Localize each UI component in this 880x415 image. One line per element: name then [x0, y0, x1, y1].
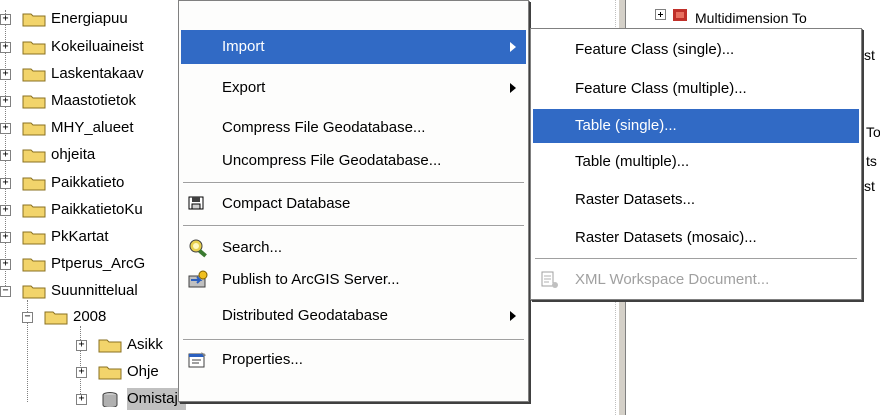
- tree-item-label: 2008: [73, 308, 107, 325]
- menu-item-uncompress-file-geodatabase[interactable]: Uncompress File Geodatabase...: [181, 144, 526, 178]
- expand-toggle[interactable]: +: [76, 367, 87, 378]
- menu-item-label: Feature Class (single)...: [575, 41, 735, 58]
- compact-database-icon: [188, 196, 204, 210]
- menu-separator: [183, 225, 524, 227]
- menu-item-table-single[interactable]: Table (single)...: [533, 109, 859, 143]
- folder-icon: [22, 258, 46, 272]
- folder-icon: [22, 95, 46, 109]
- menu-item-compress-file-geodatabase[interactable]: Compress File Geodatabase...: [181, 111, 526, 145]
- folder-icon: [22, 41, 46, 55]
- menu-item-label: Compact Database: [222, 195, 351, 212]
- expand-toggle[interactable]: +: [0, 232, 11, 243]
- expand-toggle[interactable]: +: [76, 340, 87, 351]
- menu-separator: [535, 258, 857, 260]
- folder-icon: [22, 68, 46, 82]
- search-icon: [189, 239, 207, 258]
- menu-item-label: Table (single)...: [575, 117, 677, 134]
- folder-icon: [44, 311, 68, 325]
- tree-item-label: Maastotietok: [51, 92, 137, 109]
- menu-item-raster-datasets-mosaic[interactable]: Raster Datasets (mosaic)...: [533, 221, 859, 255]
- menu-item-feature-class-single[interactable]: Feature Class (single)...: [533, 33, 859, 67]
- folder-icon: [98, 366, 122, 380]
- tree-item-label: Kokeiluaineist: [51, 38, 144, 55]
- folder-icon: [98, 339, 122, 353]
- menu-item-label: Export: [222, 79, 266, 96]
- expand-toggle[interactable]: +: [0, 150, 11, 161]
- menu-item-label: Import: [222, 38, 265, 55]
- expand-toggle[interactable]: +: [0, 123, 11, 134]
- collapse-toggle[interactable]: −: [22, 312, 33, 323]
- tree-item-label: Laskentakaav: [51, 65, 144, 82]
- tree-item-label: Energiapuu: [51, 10, 128, 27]
- xml-document-icon: [541, 271, 558, 288]
- menu-item-label: Table (multiple)...: [575, 153, 690, 170]
- tree-connector: [80, 326, 81, 398]
- menu-item-publish-to-arcgis-server[interactable]: Publish to ArcGIS Server...: [181, 263, 526, 297]
- menu-item-label: Raster Datasets (mosaic)...: [575, 229, 757, 246]
- menu-item-raster-datasets[interactable]: Raster Datasets...: [533, 183, 859, 217]
- tree-item-label: Ptperus_ArcG: [51, 255, 146, 272]
- menu-item-label: Compress File Geodatabase...: [222, 119, 426, 136]
- expand-toggle[interactable]: +: [0, 14, 11, 25]
- folder-icon: [22, 204, 46, 218]
- database-icon: [102, 392, 118, 407]
- tree-item-label: ohjeita: [51, 146, 96, 163]
- expand-toggle[interactable]: +: [0, 178, 11, 189]
- submenu-arrow-icon: [510, 311, 516, 321]
- menu-separator: [183, 339, 524, 341]
- menu-item-label: XML Workspace Document...: [575, 271, 770, 288]
- menu-item-feature-class-multiple[interactable]: Feature Class (multiple)...: [533, 72, 859, 106]
- folder-icon: [22, 231, 46, 245]
- publish-server-icon: [188, 270, 208, 288]
- menu-item-export[interactable]: Export: [181, 71, 526, 105]
- menu-item-label: Publish to ArcGIS Server...: [222, 271, 400, 288]
- menu-item-table-multiple[interactable]: Table (multiple)...: [533, 145, 859, 179]
- toolbox-label-fragment: To: [866, 124, 880, 140]
- expand-toggle[interactable]: +: [76, 394, 87, 405]
- menu-item-xml-workspace-document[interactable]: XML Workspace Document...: [533, 263, 859, 297]
- expand-toggle[interactable]: +: [0, 69, 11, 80]
- submenu-arrow-icon: [510, 42, 516, 52]
- expand-toggle[interactable]: [655, 9, 667, 21]
- expand-toggle[interactable]: +: [0, 259, 11, 270]
- folder-icon: [22, 122, 46, 136]
- toolbox-label-fragment: st: [864, 178, 875, 194]
- toolbox-label: Multidimension To: [695, 10, 807, 26]
- menu-item-compact-database[interactable]: Compact Database: [181, 187, 526, 221]
- menu-item-label: Search...: [222, 239, 283, 256]
- folder-icon: [22, 177, 46, 191]
- submenu-arrow-icon: [510, 83, 516, 93]
- context-menu: Import Export Compress File Geodatabase.…: [178, 0, 529, 402]
- tree-item-label: Suunnittelual: [51, 282, 138, 299]
- properties-icon: [188, 352, 206, 368]
- tree-item-label: MHY_alueet: [51, 119, 134, 136]
- menu-item-import[interactable]: Import: [181, 30, 526, 64]
- menu-item-label: Feature Class (multiple)...: [575, 80, 747, 97]
- toolbox-label-fragment: ts: [866, 153, 877, 169]
- tree-item-label: PkKartat: [51, 228, 109, 245]
- menu-item-label: Uncompress File Geodatabase...: [222, 152, 442, 169]
- folder-icon: [22, 13, 46, 27]
- expand-toggle[interactable]: +: [0, 42, 11, 53]
- expand-toggle[interactable]: +: [0, 205, 11, 216]
- multidimension-toolbox-icon: [673, 9, 687, 21]
- menu-item-label: Properties...: [222, 351, 303, 368]
- tree-item-label: Paikkatieto: [51, 174, 125, 191]
- expand-toggle[interactable]: +: [0, 96, 11, 107]
- folder-icon: [22, 285, 46, 299]
- menu-separator: [183, 182, 524, 184]
- menu-item-label: Distributed Geodatabase: [222, 307, 388, 324]
- menu-item-search[interactable]: Search...: [181, 231, 526, 265]
- folder-icon: [22, 149, 46, 163]
- toolbox-label-fragment: st: [864, 47, 875, 63]
- tree-item-label: PaikkatietoKu: [51, 201, 143, 218]
- collapse-toggle[interactable]: −: [0, 286, 11, 297]
- tree-item-label: Asikk: [127, 336, 163, 353]
- menu-item-distributed-geodatabase[interactable]: Distributed Geodatabase: [181, 299, 526, 333]
- menu-item-properties[interactable]: Properties...: [181, 343, 526, 377]
- tree-item-label: Ohje: [127, 363, 159, 380]
- menu-item-label: Raster Datasets...: [575, 191, 696, 208]
- import-submenu: Feature Class (single)... Feature Class …: [530, 28, 862, 300]
